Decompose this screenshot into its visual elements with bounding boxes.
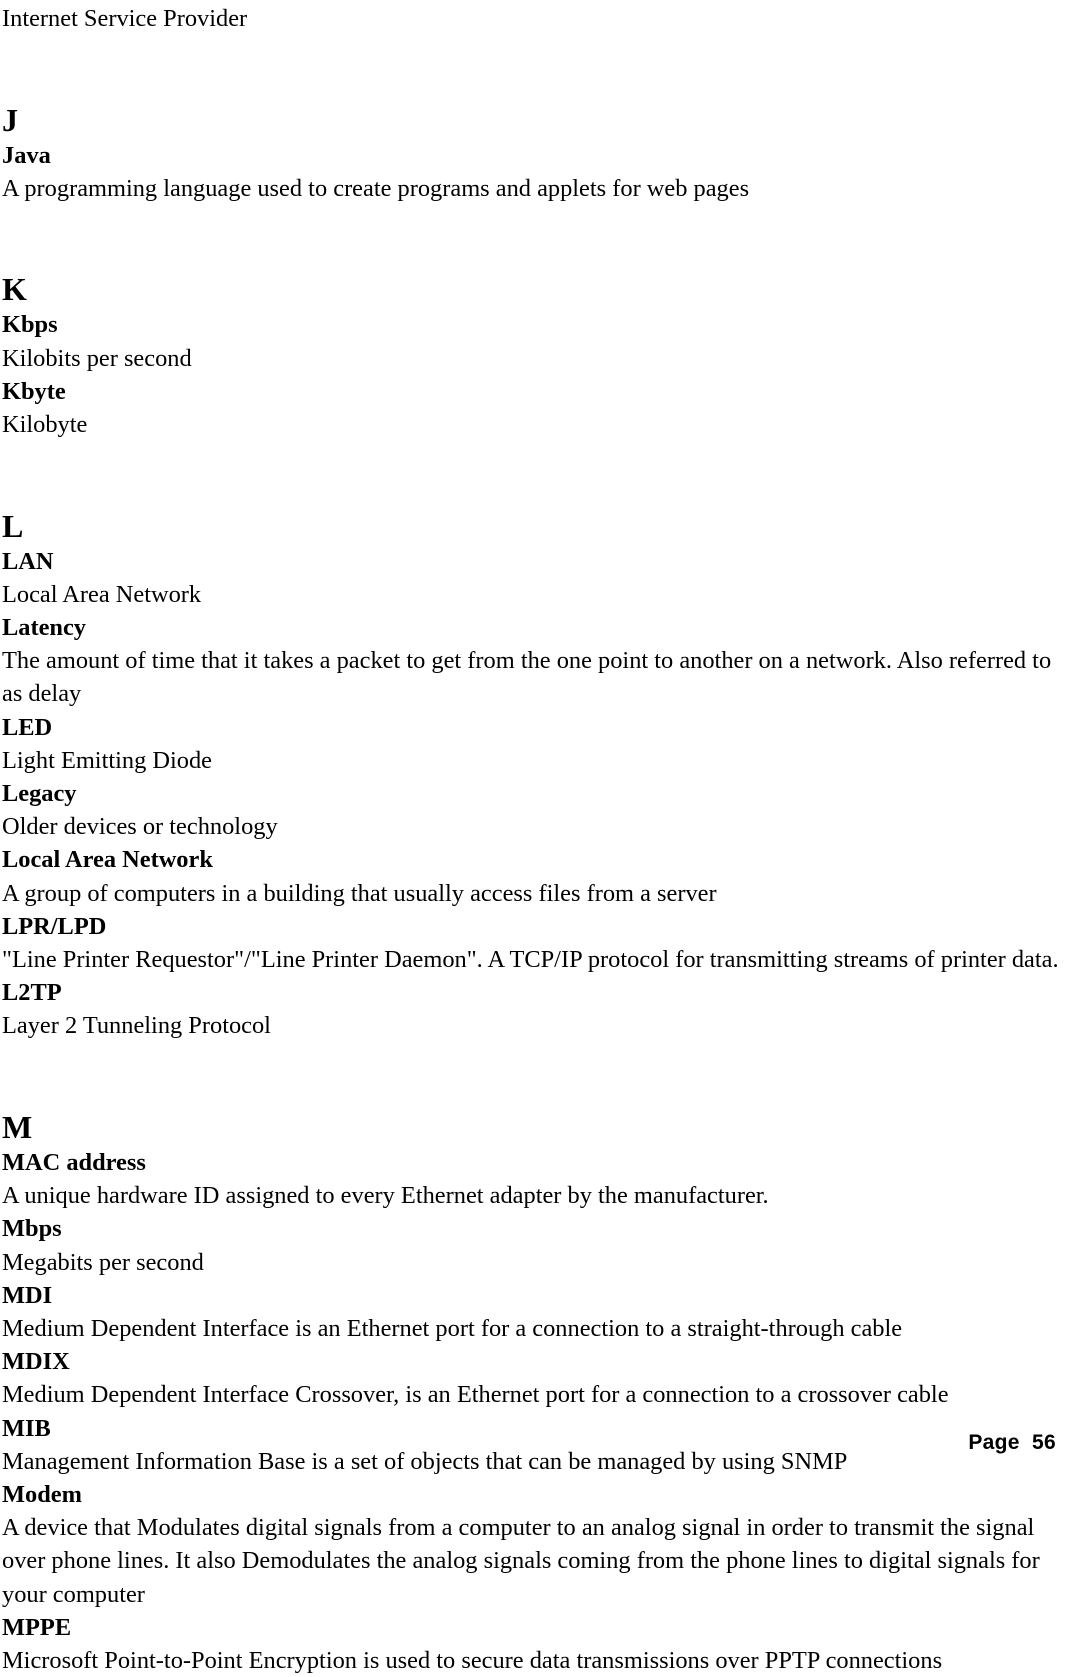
glossary-term-led: LED [2, 713, 53, 741]
glossary-term-kbyte: Kbyte [2, 377, 66, 405]
glossary-term-l2tp: L2TP [2, 979, 62, 1007]
glossary-definition-modem: A device that Modulates digital signals … [2, 1514, 1040, 1608]
glossary-term-mdix: MDIX [2, 1348, 70, 1376]
glossary-definition-mppe: Microsoft Point-to-Point Encryption is u… [2, 1647, 943, 1675]
glossary-term-local-area-network: Local Area Network [2, 846, 213, 874]
glossary-term-mib: MIB [2, 1414, 51, 1442]
glossary-definition-local-area-network: A group of computers in a building that … [2, 879, 717, 907]
glossary-definition-led: Light Emitting Diode [2, 746, 213, 774]
glossary-definition-java: A programming language used to create pr… [2, 174, 750, 202]
glossary-term-modem: Modem [2, 1481, 82, 1509]
section-heading-m: M [2, 1109, 33, 1146]
glossary-term-lan: LAN [2, 547, 54, 575]
section-heading-k: K [2, 271, 27, 308]
glossary-term-java: Java [2, 141, 51, 169]
glossary-term-mac-address: MAC address [2, 1149, 146, 1177]
page-footer-number: Page 56 [968, 1431, 1056, 1454]
glossary-definition-lpr-lpd: "Line Printer Requestor"/"Line Printer D… [2, 946, 1059, 974]
glossary-definition-legacy: Older devices or technology [2, 813, 278, 841]
glossary-definition-mdix: Medium Dependent Interface Crossover, is… [2, 1381, 949, 1409]
glossary-term-lpr-lpd: LPR/LPD [2, 912, 107, 940]
glossary-definition-mac-address: A unique hardware ID assigned to every E… [2, 1182, 769, 1210]
glossary-definition-mdi: Medium Dependent Interface is an Etherne… [2, 1315, 903, 1343]
glossary-term-latency: Latency [2, 614, 86, 641]
section-heading-l: L [2, 507, 24, 544]
glossary-term-kbps: Kbps [2, 311, 58, 339]
glossary-definition-l2tp: Layer 2 Tunneling Protocol [2, 1012, 271, 1040]
glossary-term-mdi: MDI [2, 1281, 53, 1309]
glossary-definition-lan: Local Area Network [2, 580, 202, 608]
page-content: Internet Service Provider J Java A progr… [2, 2, 1060, 1677]
continued-definition-line: Internet Service Provider [2, 5, 248, 32]
glossary-term-mppe: MPPE [2, 1613, 72, 1641]
glossary-term-mbps: Mbps [2, 1215, 62, 1243]
glossary-definition-kbps: Kilobits per second [2, 344, 192, 372]
glossary-definition-latency: The amount of time that it takes a packe… [2, 647, 1052, 708]
section-heading-j: J [2, 101, 18, 138]
glossary-definition-mib: Management Information Base is a set of … [2, 1447, 848, 1475]
glossary-definition-kbyte: Kilobyte [2, 411, 88, 438]
document-page: Internet Service Provider J Java A progr… [0, 0, 1066, 1674]
glossary-term-legacy: Legacy [2, 780, 77, 808]
glossary-definition-mbps: Megabits per second [2, 1248, 204, 1276]
